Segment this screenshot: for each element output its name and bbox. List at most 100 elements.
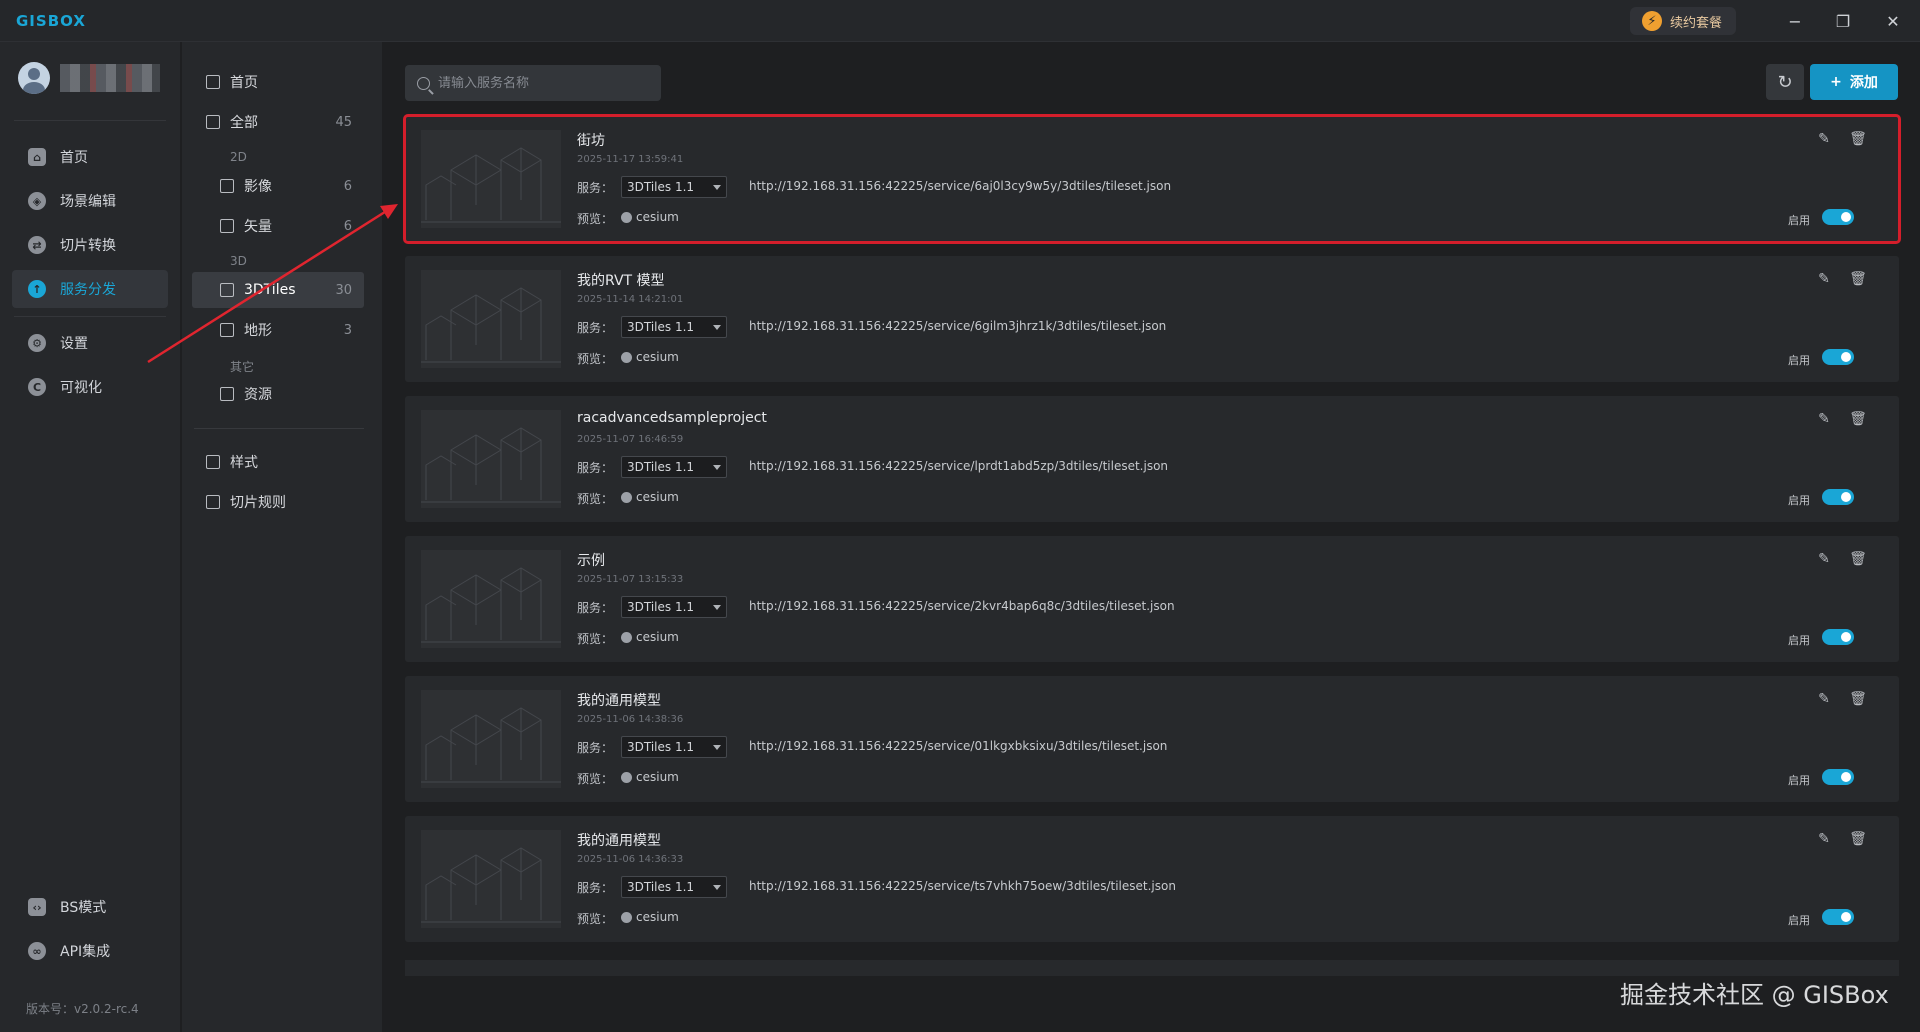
service-date: 2025-11-06 14:36:33 <box>577 854 684 865</box>
sub-home[interactable]: 首页 <box>192 64 364 100</box>
sub-3dtiles[interactable]: 3DTiles 30 <box>192 272 364 308</box>
renew-plan-button[interactable]: ⚡ 续约套餐 <box>1630 7 1736 35</box>
service-version-select[interactable]: 3DTiles 1.1 <box>621 456 727 478</box>
nav-home[interactable]: ⌂ 首页 <box>12 138 168 176</box>
nav-api[interactable]: ∞ API集成 <box>12 932 168 970</box>
service-card[interactable]: 示例 2025-11-07 13:15:33 服务： 3DTiles 1.1 h… <box>405 536 1899 662</box>
delete-icon[interactable]: 🗑 <box>1849 410 1867 428</box>
enable-toggle[interactable] <box>1822 349 1854 365</box>
nav-bs-mode[interactable]: ‹› BS模式 <box>12 888 168 926</box>
preview-cesium-link[interactable]: cesium <box>621 770 679 784</box>
service-card[interactable]: racadvancedsampleproject 2025-11-07 16:4… <box>405 396 1899 522</box>
minimize-button[interactable]: − <box>1780 8 1810 34</box>
service-version-select[interactable]: 3DTiles 1.1 <box>621 876 727 898</box>
nav-scene-edit[interactable]: ◈ 场景编辑 <box>12 182 168 220</box>
enable-toggle[interactable] <box>1822 489 1854 505</box>
edit-icon[interactable]: ✎ <box>1815 830 1833 848</box>
edit-icon[interactable]: ✎ <box>1815 690 1833 708</box>
sub-all[interactable]: 全部 45 <box>192 104 364 140</box>
service-url[interactable]: http://192.168.31.156:42225/service/6aj0… <box>749 179 1171 193</box>
service-card[interactable]: 我的通用模型 2025-11-06 14:36:33 服务： 3DTiles 1… <box>405 816 1899 942</box>
renew-label: 续约套餐 <box>1670 15 1723 31</box>
sub-terrain[interactable]: 地形 3 <box>192 312 364 348</box>
count-badge: 6 <box>343 218 352 234</box>
service-label: 服务： <box>577 461 614 475</box>
cube-icon: ◈ <box>28 192 46 210</box>
category-heading: 3D <box>230 254 247 268</box>
enable-toggle[interactable] <box>1822 909 1854 925</box>
nav-service-publish[interactable]: ↑ 服务分发 <box>12 270 168 308</box>
service-label: 服务： <box>577 181 614 195</box>
delete-icon[interactable]: 🗑 <box>1849 550 1867 568</box>
nav-tile-convert[interactable]: ⇄ 切片转换 <box>12 226 168 264</box>
style-icon <box>206 455 220 469</box>
service-card[interactable]: 我的RVT 模型 2025-11-14 14:21:01 服务： 3DTiles… <box>405 256 1899 382</box>
service-url[interactable]: http://192.168.31.156:42225/service/lprd… <box>749 459 1168 473</box>
service-card[interactable]: 我的通用模型 2025-11-06 14:38:36 服务： 3DTiles 1… <box>405 676 1899 802</box>
service-date: 2025-11-06 14:38:36 <box>577 714 684 725</box>
service-version-select[interactable]: 3DTiles 1.1 <box>621 176 727 198</box>
edit-icon[interactable]: ✎ <box>1815 410 1833 428</box>
edit-icon[interactable]: ✎ <box>1815 270 1833 288</box>
rules-icon <box>206 495 220 509</box>
select-value: 3DTiles 1.1 <box>627 460 695 474</box>
refresh-button[interactable]: ↻ <box>1766 64 1804 100</box>
service-label: 服务： <box>577 741 614 755</box>
cube-icon <box>220 283 234 297</box>
maximize-button[interactable]: ❐ <box>1828 8 1858 34</box>
nav-label: 可视化 <box>60 380 102 396</box>
layers-icon <box>220 179 234 193</box>
enable-label: 启用 <box>1788 354 1810 367</box>
service-date: 2025-11-14 14:21:01 <box>577 294 684 305</box>
sub-resource[interactable]: 资源 <box>192 376 364 412</box>
sub-vector[interactable]: 矢量 6 <box>192 208 364 244</box>
service-version-select[interactable]: 3DTiles 1.1 <box>621 316 727 338</box>
delete-icon[interactable]: 🗑 <box>1849 130 1867 148</box>
service-date: 2025-11-17 13:59:41 <box>577 154 684 165</box>
service-date: 2025-11-07 16:46:59 <box>577 434 684 445</box>
preview-cesium-link[interactable]: cesium <box>621 490 679 504</box>
add-button[interactable]: + 添加 <box>1810 64 1898 100</box>
service-version-select[interactable]: 3DTiles 1.1 <box>621 736 727 758</box>
edit-icon[interactable]: ✎ <box>1815 130 1833 148</box>
enable-toggle[interactable] <box>1822 629 1854 645</box>
nav-visualization[interactable]: C 可视化 <box>12 368 168 406</box>
model-thumbnail <box>421 550 561 648</box>
model-thumbnail <box>421 270 561 368</box>
service-title: 示例 <box>577 553 605 569</box>
globe-icon <box>621 771 632 783</box>
service-url[interactable]: http://192.168.31.156:42225/service/01lk… <box>749 739 1167 753</box>
service-version-select[interactable]: 3DTiles 1.1 <box>621 596 727 618</box>
search-box[interactable] <box>405 65 661 101</box>
preview-label: 预览： <box>577 632 614 646</box>
sub-label: 矢量 <box>244 219 272 235</box>
preview-cesium-link[interactable]: cesium <box>621 630 679 644</box>
enable-toggle[interactable] <box>1822 769 1854 785</box>
service-url[interactable]: http://192.168.31.156:42225/service/2kvr… <box>749 599 1175 613</box>
sub-tile-rules[interactable]: 切片规则 <box>192 484 364 520</box>
enable-label: 启用 <box>1788 914 1810 927</box>
sub-imagery[interactable]: 影像 6 <box>192 168 364 204</box>
preview-cesium-link[interactable]: cesium <box>621 350 679 364</box>
service-label: 服务： <box>577 881 614 895</box>
nav-label: 切片转换 <box>60 238 116 254</box>
service-url[interactable]: http://192.168.31.156:42225/service/ts7v… <box>749 879 1176 893</box>
close-button[interactable]: ✕ <box>1878 8 1908 34</box>
lightning-icon: ⚡ <box>1642 11 1662 31</box>
search-input[interactable] <box>438 75 648 91</box>
preview-cesium-link[interactable]: cesium <box>621 910 679 924</box>
user-profile[interactable] <box>18 62 160 94</box>
service-title: 街坊 <box>577 133 605 149</box>
service-url[interactable]: http://192.168.31.156:42225/service/6gil… <box>749 319 1166 333</box>
delete-icon[interactable]: 🗑 <box>1849 830 1867 848</box>
chart-icon: C <box>28 378 46 396</box>
delete-icon[interactable]: 🗑 <box>1849 270 1867 288</box>
select-value: 3DTiles 1.1 <box>627 600 695 614</box>
sub-style[interactable]: 样式 <box>192 444 364 480</box>
enable-toggle[interactable] <box>1822 209 1854 225</box>
edit-icon[interactable]: ✎ <box>1815 550 1833 568</box>
nav-settings[interactable]: ⚙ 设置 <box>12 324 168 362</box>
delete-icon[interactable]: 🗑 <box>1849 690 1867 708</box>
preview-cesium-link[interactable]: cesium <box>621 210 679 224</box>
service-card[interactable]: 街坊 2025-11-17 13:59:41 服务： 3DTiles 1.1 h… <box>403 114 1901 244</box>
